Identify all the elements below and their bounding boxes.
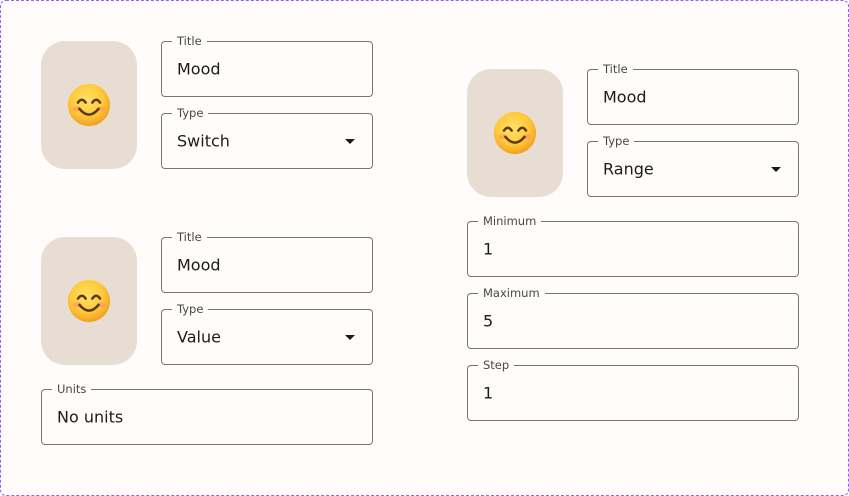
step-field-label: Step [478, 358, 515, 372]
title-field-label: Title [598, 62, 633, 76]
title-field-range[interactable]: Title Mood [587, 62, 799, 125]
mood-icon-picker-range[interactable] [467, 69, 563, 197]
type-select-range[interactable]: Type Range [587, 134, 799, 197]
minimum-field[interactable]: Minimum 1 [467, 214, 799, 277]
title-field-value-card[interactable]: Title Mood [161, 230, 373, 293]
type-select-label: Type [172, 106, 209, 120]
editor-canvas: Title Mood Type Switch Title Mood Type V… [0, 0, 849, 496]
smiling-face-icon [492, 110, 538, 156]
step-field-value: 1 [483, 383, 494, 403]
minimum-field-label: Minimum [478, 214, 542, 228]
maximum-field-label: Maximum [478, 286, 545, 300]
mood-icon-picker-switch[interactable] [41, 41, 137, 169]
type-select-value: Value [177, 327, 221, 347]
maximum-field-value: 5 [483, 311, 494, 331]
title-field-value: Mood [177, 255, 221, 275]
caret-down-icon [771, 167, 781, 172]
units-field-value: No units [57, 407, 124, 427]
caret-down-icon [345, 139, 355, 144]
type-select-value: Switch [177, 131, 230, 151]
type-select-value-card[interactable]: Type Value [161, 302, 373, 365]
type-select-label: Type [172, 302, 209, 316]
title-field-switch[interactable]: Title Mood [161, 34, 373, 97]
type-select-label: Type [598, 134, 635, 148]
units-field[interactable]: Units No units [41, 382, 373, 445]
maximum-field[interactable]: Maximum 5 [467, 286, 799, 349]
title-field-value: Mood [603, 87, 647, 107]
title-field-value: Mood [177, 59, 221, 79]
smiling-face-icon [66, 278, 112, 324]
units-field-label: Units [52, 382, 92, 396]
title-field-label: Title [172, 34, 207, 48]
caret-down-icon [345, 335, 355, 340]
minimum-field-value: 1 [483, 239, 494, 259]
type-select-value: Range [603, 159, 654, 179]
title-field-label: Title [172, 230, 207, 244]
mood-icon-picker-value[interactable] [41, 237, 137, 365]
type-select-switch[interactable]: Type Switch [161, 106, 373, 169]
smiling-face-icon [66, 82, 112, 128]
step-field[interactable]: Step 1 [467, 358, 799, 421]
